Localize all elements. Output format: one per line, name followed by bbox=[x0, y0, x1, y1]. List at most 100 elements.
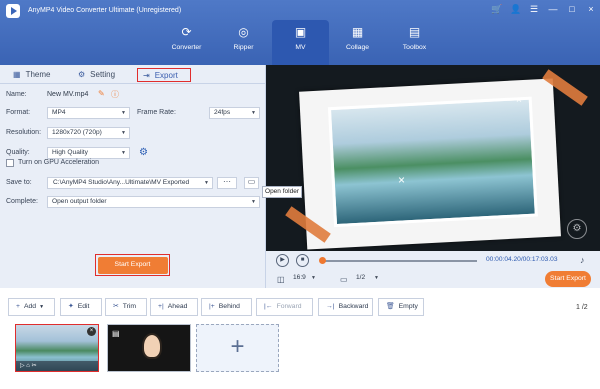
app-title: AnyMP4 Video Converter Ultimate (Unregis… bbox=[28, 7, 182, 14]
ahead-button[interactable]: +| Ahead bbox=[150, 298, 198, 316]
ripper-icon: ◎ bbox=[238, 25, 249, 39]
resolution-select[interactable]: 1280x720 (720p) bbox=[47, 127, 130, 139]
clip-page-count: 1 /2 bbox=[576, 304, 588, 311]
empty-button[interactable]: 🗑 Empty bbox=[378, 298, 424, 316]
backward-icon: →| bbox=[326, 303, 335, 310]
quality-select[interactable]: High Quality bbox=[47, 147, 130, 159]
tab-export-label: Export bbox=[154, 71, 178, 80]
volume-icon[interactable]: ♪ bbox=[580, 255, 585, 265]
video-preview: × × ⚙ bbox=[266, 65, 600, 251]
format-label: Format: bbox=[6, 109, 31, 116]
preview-close-icon[interactable]: × bbox=[398, 173, 405, 187]
preview-page-select[interactable]: 1/2 bbox=[352, 273, 382, 285]
main-navigation: ⟳ Converter ◎ Ripper ▣ MV ▦ Collage ▤ To… bbox=[158, 20, 443, 65]
menu-icon[interactable]: ☰ bbox=[529, 4, 539, 15]
empty-label: Empty bbox=[398, 303, 418, 310]
quality-settings-gear-icon[interactable]: ⚙ bbox=[139, 147, 148, 158]
ahead-icon: +| bbox=[158, 303, 164, 310]
tab-theme[interactable]: ▦ Theme bbox=[13, 68, 50, 82]
frame-rate-select[interactable]: 24fps bbox=[209, 107, 260, 119]
nav-mv-label: MV bbox=[295, 44, 306, 51]
nav-ripper[interactable]: ◎ Ripper bbox=[215, 20, 272, 65]
name-value: New MV.mp4 bbox=[47, 91, 89, 98]
start-export-button[interactable]: Start Export bbox=[95, 254, 170, 276]
behind-button[interactable]: |+ Behind bbox=[201, 298, 252, 316]
trim-label: Trim bbox=[122, 303, 137, 310]
backward-button[interactable]: →| Backward bbox=[318, 298, 373, 316]
remove-preview-icon[interactable]: × bbox=[516, 95, 522, 106]
mv-icon: ▣ bbox=[294, 25, 307, 39]
preview-image bbox=[327, 96, 538, 228]
browse-button[interactable]: ⋯ bbox=[217, 177, 237, 189]
add-clip-button[interactable]: + bbox=[196, 324, 279, 372]
person-thumbnail-icon bbox=[142, 333, 162, 359]
info-icon[interactable]: ⓘ bbox=[111, 89, 119, 100]
resolution-label: Resolution: bbox=[6, 129, 42, 136]
format-select[interactable]: MP4 bbox=[47, 107, 130, 119]
nav-converter[interactable]: ⟳ Converter bbox=[158, 20, 215, 65]
nav-collage[interactable]: ▦ Collage bbox=[329, 20, 386, 65]
complete-label: Complete: bbox=[6, 198, 38, 205]
tab-bar: ▦ Theme ⚙ Setting ⇥ Export bbox=[0, 65, 266, 84]
nav-mv[interactable]: ▣ MV bbox=[272, 20, 329, 65]
remove-clip-icon[interactable]: × bbox=[87, 327, 96, 336]
open-folder-tooltip: Open folder bbox=[262, 186, 302, 198]
time-display: 00:00:04.20/00:17:03.03 bbox=[486, 256, 558, 263]
theme-icon: ▦ bbox=[13, 70, 21, 79]
collage-icon: ▦ bbox=[351, 25, 364, 39]
plus-icon: + bbox=[16, 303, 20, 310]
trim-button[interactable]: ✂ Trim bbox=[105, 298, 147, 316]
star-edit-icon: ✦ bbox=[68, 303, 74, 310]
tab-export[interactable]: ⇥ Export bbox=[137, 68, 191, 82]
user-icon[interactable]: 👤 bbox=[510, 4, 521, 15]
nav-collage-label: Collage bbox=[345, 44, 370, 51]
start-export-label: Start Export bbox=[97, 256, 168, 274]
trash-icon: 🗑 bbox=[386, 303, 395, 310]
nav-toolbox[interactable]: ▤ Toolbox bbox=[386, 20, 443, 65]
stop-icon[interactable]: ■ bbox=[296, 254, 309, 267]
progress-handle[interactable] bbox=[319, 257, 326, 264]
minimize-button[interactable]: — bbox=[548, 4, 558, 15]
save-to-label: Save to: bbox=[6, 179, 32, 186]
forward-icon: |← bbox=[264, 303, 273, 310]
clip-controls: ▷ ⌂ ✂ bbox=[16, 361, 98, 371]
gpu-acceleration-label: Turn on GPU Acceleration bbox=[18, 159, 100, 166]
aspect-ratio-select[interactable]: 16:9 bbox=[289, 273, 319, 285]
forward-button[interactable]: |← Forward bbox=[256, 298, 313, 316]
nav-toolbox-label: Toolbox bbox=[402, 44, 427, 51]
maximize-button[interactable]: □ bbox=[567, 4, 577, 15]
clip-item[interactable]: × ▷ ⌂ ✂ bbox=[15, 324, 99, 372]
play-icon[interactable]: ▶ bbox=[276, 254, 289, 267]
nav-ripper-label: Ripper bbox=[233, 44, 254, 51]
open-folder-icon[interactable]: ▭ bbox=[244, 177, 259, 189]
toolbox-icon: ▤ bbox=[408, 25, 421, 39]
watermark-logo-icon: ⚙ bbox=[567, 219, 587, 239]
clip-item[interactable]: ▤ bbox=[107, 324, 191, 372]
edit-name-icon[interactable]: ✎ bbox=[98, 89, 105, 98]
complete-action-select[interactable]: Open output folder bbox=[47, 196, 260, 208]
aspect-ratio-icon: ◫ bbox=[277, 275, 285, 284]
gpu-acceleration-checkbox[interactable] bbox=[6, 159, 14, 167]
scissors-icon: ✂ bbox=[113, 303, 119, 310]
film-icon: ▤ bbox=[112, 329, 120, 338]
add-dropdown-icon: ▼ bbox=[39, 304, 45, 310]
title-bar: AnyMP4 Video Converter Ultimate (Unregis… bbox=[0, 0, 600, 65]
player-controls: ▶ ■ 00:00:04.20/00:17:03.03 ♪ ◫ 16:9 ▭ 1… bbox=[266, 251, 600, 288]
save-path-input[interactable]: C:\AnyMP4 Studio\Any...Ultimate\MV Expor… bbox=[47, 177, 213, 189]
progress-slider[interactable] bbox=[319, 257, 477, 264]
cart-icon[interactable]: 🛒 bbox=[491, 4, 502, 15]
backward-label: Backward bbox=[338, 303, 369, 310]
start-export-secondary-button[interactable]: Start Export bbox=[545, 271, 591, 287]
edit-button[interactable]: ✦ Edit bbox=[60, 298, 102, 316]
tab-setting[interactable]: ⚙ Setting bbox=[78, 68, 115, 82]
window-controls: 🛒 👤 ☰ — □ × bbox=[491, 4, 596, 15]
tab-theme-label: Theme bbox=[25, 70, 51, 79]
close-button[interactable]: × bbox=[586, 4, 596, 15]
converter-icon: ⟳ bbox=[181, 25, 192, 39]
add-button[interactable]: + Add ▼ bbox=[8, 298, 55, 316]
tab-setting-label: Setting bbox=[90, 70, 116, 79]
edit-label: Edit bbox=[77, 303, 90, 310]
ahead-label: Ahead bbox=[167, 303, 188, 310]
behind-icon: |+ bbox=[209, 303, 215, 310]
frame-rate-label: Frame Rate: bbox=[137, 109, 176, 116]
